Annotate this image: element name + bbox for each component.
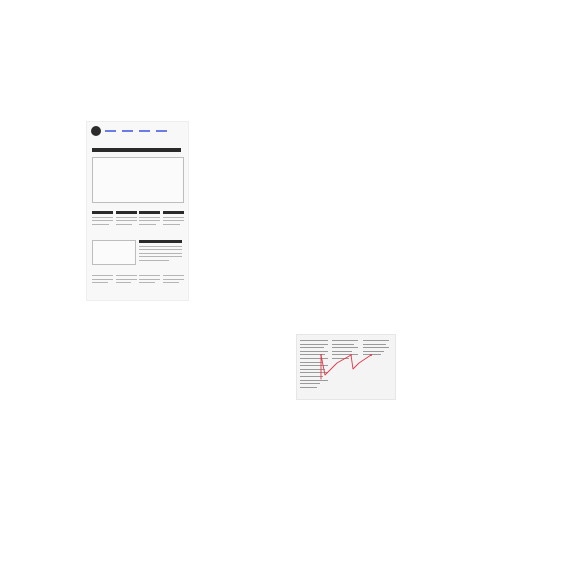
- feature-title-bar: [162, 211, 184, 214]
- text-line: [162, 220, 184, 221]
- trend-line: [320, 354, 372, 380]
- text-line: [115, 278, 137, 280]
- text-line: [139, 223, 157, 225]
- text-line: [139, 282, 156, 283]
- hero-image-placeholder: [92, 157, 184, 203]
- text-line: [139, 278, 161, 280]
- trend-line-graphic: [320, 354, 372, 380]
- feature-columns: [92, 211, 184, 227]
- trend-point: [320, 354, 322, 356]
- nav-bar: [105, 130, 167, 132]
- text-line: [92, 275, 113, 276]
- page-heading-bar: [92, 148, 181, 152]
- text-line: [139, 220, 161, 221]
- text-line: [92, 282, 108, 283]
- logo-circle: [91, 126, 101, 136]
- footer-column: [162, 275, 184, 286]
- text-line: [162, 216, 184, 218]
- nav-link: [156, 130, 167, 132]
- feature-column: [92, 211, 113, 227]
- feature-title-bar: [92, 211, 113, 214]
- text-line: [115, 216, 137, 218]
- footer-columns: [92, 275, 184, 286]
- feature-column: [139, 211, 161, 227]
- document-with-trend: [296, 334, 396, 400]
- text-line: [139, 259, 170, 261]
- footer-column: [115, 275, 137, 286]
- nav-link: [122, 130, 133, 132]
- trend-point: [370, 354, 372, 356]
- website-wireframe: [86, 121, 189, 301]
- nav-link: [139, 130, 150, 132]
- article-title-bar: [139, 240, 182, 243]
- feature-column: [162, 211, 184, 227]
- text-line: [139, 252, 182, 254]
- text-line: [115, 223, 133, 225]
- text-line: [139, 275, 161, 276]
- text-line: [115, 275, 137, 276]
- text-line: [139, 216, 161, 218]
- footer-column: [139, 275, 161, 286]
- trend-point: [350, 354, 352, 356]
- article-text-block: [139, 240, 182, 263]
- text-line: [162, 275, 184, 276]
- text-line: [139, 245, 182, 247]
- text-line: [162, 223, 180, 225]
- footer-column: [92, 275, 113, 286]
- text-line: [139, 249, 182, 250]
- article-image-placeholder: [92, 240, 136, 265]
- feature-column: [115, 211, 137, 227]
- text-line: [92, 220, 113, 221]
- text-line: [92, 278, 113, 280]
- feature-title-bar: [139, 211, 161, 214]
- canvas: [0, 0, 570, 570]
- text-line: [115, 220, 137, 221]
- text-line: [139, 256, 182, 257]
- feature-title-bar: [115, 211, 137, 214]
- text-line: [115, 282, 132, 283]
- text-line: [162, 278, 184, 280]
- text-line: [92, 223, 109, 225]
- text-line: [92, 216, 113, 218]
- text-line: [162, 282, 179, 283]
- nav-link: [105, 130, 116, 132]
